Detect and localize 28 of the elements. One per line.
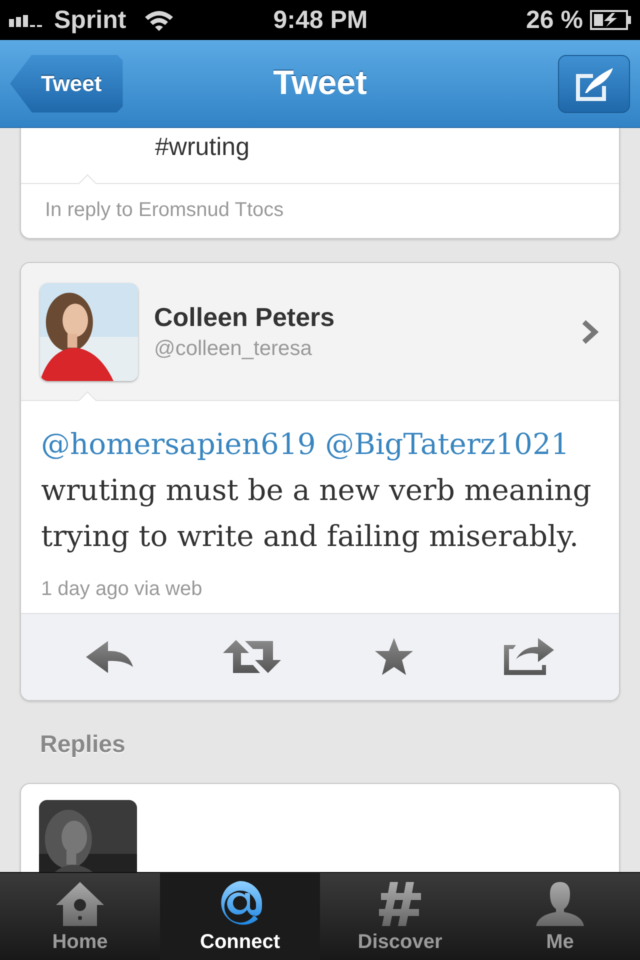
tab-button[interactable]: Me xyxy=(480,873,640,960)
battery-percent: 26 % xyxy=(526,6,584,34)
tab-button[interactable]: Discover xyxy=(320,873,480,960)
compose-button[interactable] xyxy=(558,54,630,112)
tab-button[interactable]: Home xyxy=(0,873,160,960)
screen-title: Tweet xyxy=(273,64,367,102)
battery-charging-icon xyxy=(590,10,632,30)
clock-time: 9:48 PM xyxy=(273,6,368,34)
chevron-icon[interactable] xyxy=(581,318,599,344)
compose-icon xyxy=(573,66,615,102)
author-name: Colleen Peters xyxy=(154,302,336,333)
person-silhouette-icon xyxy=(535,881,585,927)
section-heading: Replies xyxy=(40,731,126,759)
share-icon[interactable] xyxy=(504,637,554,677)
author-handle: @colleen_teresa xyxy=(154,337,313,361)
mention-link[interactable]: @homersapien619 xyxy=(41,427,316,461)
reply-icon[interactable] xyxy=(86,640,134,674)
birdhouse-icon xyxy=(55,881,105,927)
tweet-meta: 1 day ago via web xyxy=(41,577,204,602)
wifi-icon xyxy=(143,8,176,32)
mention-link[interactable]: @BigTaterz1021 xyxy=(325,427,570,461)
back-button[interactable]: Tweet xyxy=(10,54,123,112)
hashtag-icon xyxy=(378,881,422,927)
tweet-text: #wruting xyxy=(155,133,250,161)
star-icon[interactable] xyxy=(372,638,415,676)
tweet-text: @homersapien619 @BigTaterz1021 wruting must be a new verb meaning trying to write and failing miserably. xyxy=(41,426,592,555)
retweet-icon[interactable] xyxy=(223,640,284,674)
carrier-name: Sprint xyxy=(54,6,126,34)
